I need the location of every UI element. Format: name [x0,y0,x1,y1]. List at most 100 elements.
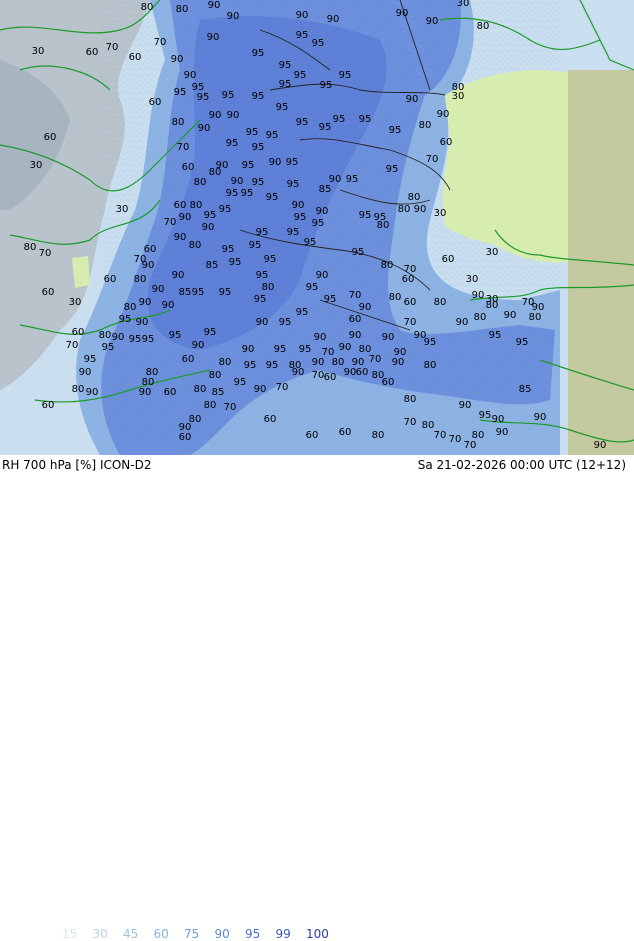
contour-label: 95 [359,210,372,221]
contour-label: 95 [252,48,265,59]
contour-label: 90 [202,222,215,233]
contour-label: 80 [172,117,185,128]
contour-label: 85 [519,384,532,395]
contour-label: 90 [209,110,222,121]
contour-label: 80 [24,242,37,253]
contour-label: 90 [344,367,357,378]
contour-label: 80 [404,394,417,405]
contour-label: 60 [402,274,415,285]
contour-label: 80 [204,400,217,411]
contour-label: 95 [479,410,492,421]
contour-label: 95 [319,122,332,133]
contour-label: 80 [209,167,222,178]
contour-label: 60 [182,162,195,173]
contour-label: 95 [296,30,309,41]
contour-label: 90 [254,384,267,395]
contour-label: 80 [219,357,232,368]
contour-label: 95 [219,204,232,215]
contour-label: 90 [496,427,509,438]
valid-time: Sa 21-02-2026 00:00 UTC (12+12) [417,458,626,472]
contour-label: 30 [466,274,479,285]
contour-label: 60 [149,97,162,108]
contour-label: 60 [182,354,195,365]
contour-label: 80 [124,302,137,313]
contour-label: 85 [212,387,225,398]
contour-label: 90 [594,440,607,451]
contour-label: 80 [134,274,147,285]
legend-level: 15 [62,927,78,941]
contour-label: 80 [422,420,435,431]
weather-map: 80 80 90 90 90 90 90 90 30 80 70 60 70 30 60 95 95 90 95 95… [0,0,634,455]
contour-label: 90 [312,357,325,368]
contour-label: 60 [339,427,352,438]
contour-label: 90 [359,302,372,313]
contour-label: 80 [262,282,275,293]
legend-level: 90 [214,927,230,941]
contour-label: 95 [222,90,235,101]
contour-label: 95 [279,60,292,71]
contour-label: 95 [234,377,247,388]
contour-label: 90 [392,357,405,368]
contour-label: 95 [296,307,309,318]
contour-label: 95 [244,360,257,371]
contour-label: 90 [414,204,427,215]
contour-label: 95 [226,138,239,149]
contour-label: 95 [119,314,132,325]
contour-label: 80 [477,21,490,32]
contour-label: 95 [102,342,115,353]
contour-label: 80 [419,120,432,131]
contour-label: 90 [227,110,240,121]
contour-label: 60 [264,414,277,425]
contour-label: 95 [306,282,319,293]
contour-label: 70 [164,217,177,228]
contour-label: 90 [142,260,155,271]
contour-label: 80 [194,177,207,188]
contour-label: 90 [162,300,175,311]
contour-label: 90 [316,270,329,281]
contour-label: 90 [198,123,211,134]
contour-label: 80 [389,292,402,303]
contour-label: 95 [241,188,254,199]
contour-label: 95 [279,317,292,328]
contour-label: 60 [356,367,369,378]
contour-label: 90 [406,94,419,105]
contour-label: 60 [306,430,319,441]
legend-level: 75 [184,927,200,941]
contour-label: 95 [254,294,267,305]
contour-label: 70 [404,317,417,328]
contour-label: 95 [339,70,352,81]
contour-label: 90 [231,176,244,187]
contour-label: 90 [292,367,305,378]
contour-label: 90 [327,14,340,25]
contour-label: 70 [349,290,362,301]
contour-label: 90 [382,332,395,343]
contour-label: 95 [266,360,279,371]
contour-label: 90 [152,284,165,295]
contour-label: 95 [294,212,307,223]
contour-label: 95 [296,117,309,128]
contour-label: 80 [194,384,207,395]
contour-label: 95 [489,330,502,341]
contour-label: 95 [287,227,300,238]
contour-label: 70 [369,354,382,365]
contour-label: 95 [252,142,265,153]
contour-label: 95 [333,114,346,125]
legend-level: 95 [245,927,261,941]
legend-level: 99 [275,927,291,941]
contour-label: 90 [396,8,409,19]
contour-label: 80 [141,2,154,13]
contour-label: 30 [32,46,45,57]
contour-label: 30 [457,0,470,9]
contour-label: 70 [106,42,119,53]
contour-label: 95 [359,114,372,125]
contour-label: 95 [192,287,205,298]
contour-label: 70 [66,340,79,351]
contour-label: 90 [172,270,185,281]
contour-label: 90 [504,310,517,321]
contour-label: 95 [286,157,299,168]
contour-label: 95 [299,344,312,355]
contour-label: 90 [171,54,184,65]
contour-label: 95 [294,70,307,81]
contour-label: 90 [227,11,240,22]
contour-label: 90 [426,16,439,27]
